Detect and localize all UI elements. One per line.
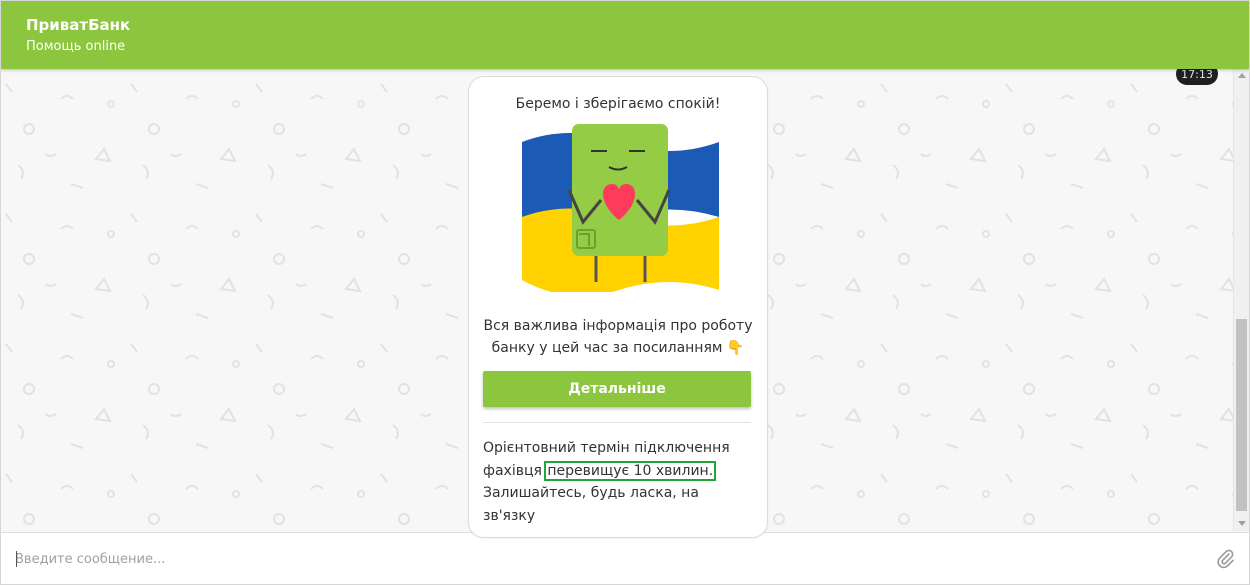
text-cursor (16, 551, 17, 567)
chat-status: Помощь online (26, 39, 126, 54)
card-info-text: Вся важлива інформація про роботу банку … (479, 315, 757, 359)
scroll-thumb[interactable] (1236, 319, 1247, 511)
wait-notice-end: Залишайтесь, будь ласка, на зв'язку (483, 485, 699, 524)
card-heading: Беремо і зберігаємо спокій! (515, 96, 721, 112)
message-time-badge: 17:13 (1176, 69, 1218, 85)
paperclip-icon[interactable] (1217, 549, 1235, 569)
wait-notice-highlight: перевищує 10 хвилин. (544, 460, 717, 481)
scroll-down-arrow-icon[interactable] (1238, 521, 1246, 526)
scroll-up-arrow-icon[interactable] (1238, 73, 1246, 78)
chat-title: ПриватБанк (26, 16, 131, 34)
card-divider (483, 422, 751, 423)
details-button[interactable]: Детальніше (483, 371, 751, 407)
chat-window: ПриватБанк Помощь online 17:13 Беремо і … (0, 0, 1250, 585)
card-info-line-2: банку у цей час за посиланням 👇 (491, 340, 745, 356)
message-input[interactable] (15, 549, 1195, 569)
chat-scrollbar[interactable] (1233, 69, 1249, 531)
wait-time-notice: Орієнтовний термін підключення фахівця п… (483, 437, 753, 527)
ukraine-flag-card-mascot-image (522, 124, 719, 292)
message-composer (1, 532, 1249, 584)
message-card: Беремо і зберігаємо спокій! Вся важлива … (468, 76, 768, 538)
card-info-line-1: Вся важлива інформація про роботу (483, 318, 753, 334)
chat-header: ПриватБанк Помощь online (1, 1, 1249, 69)
